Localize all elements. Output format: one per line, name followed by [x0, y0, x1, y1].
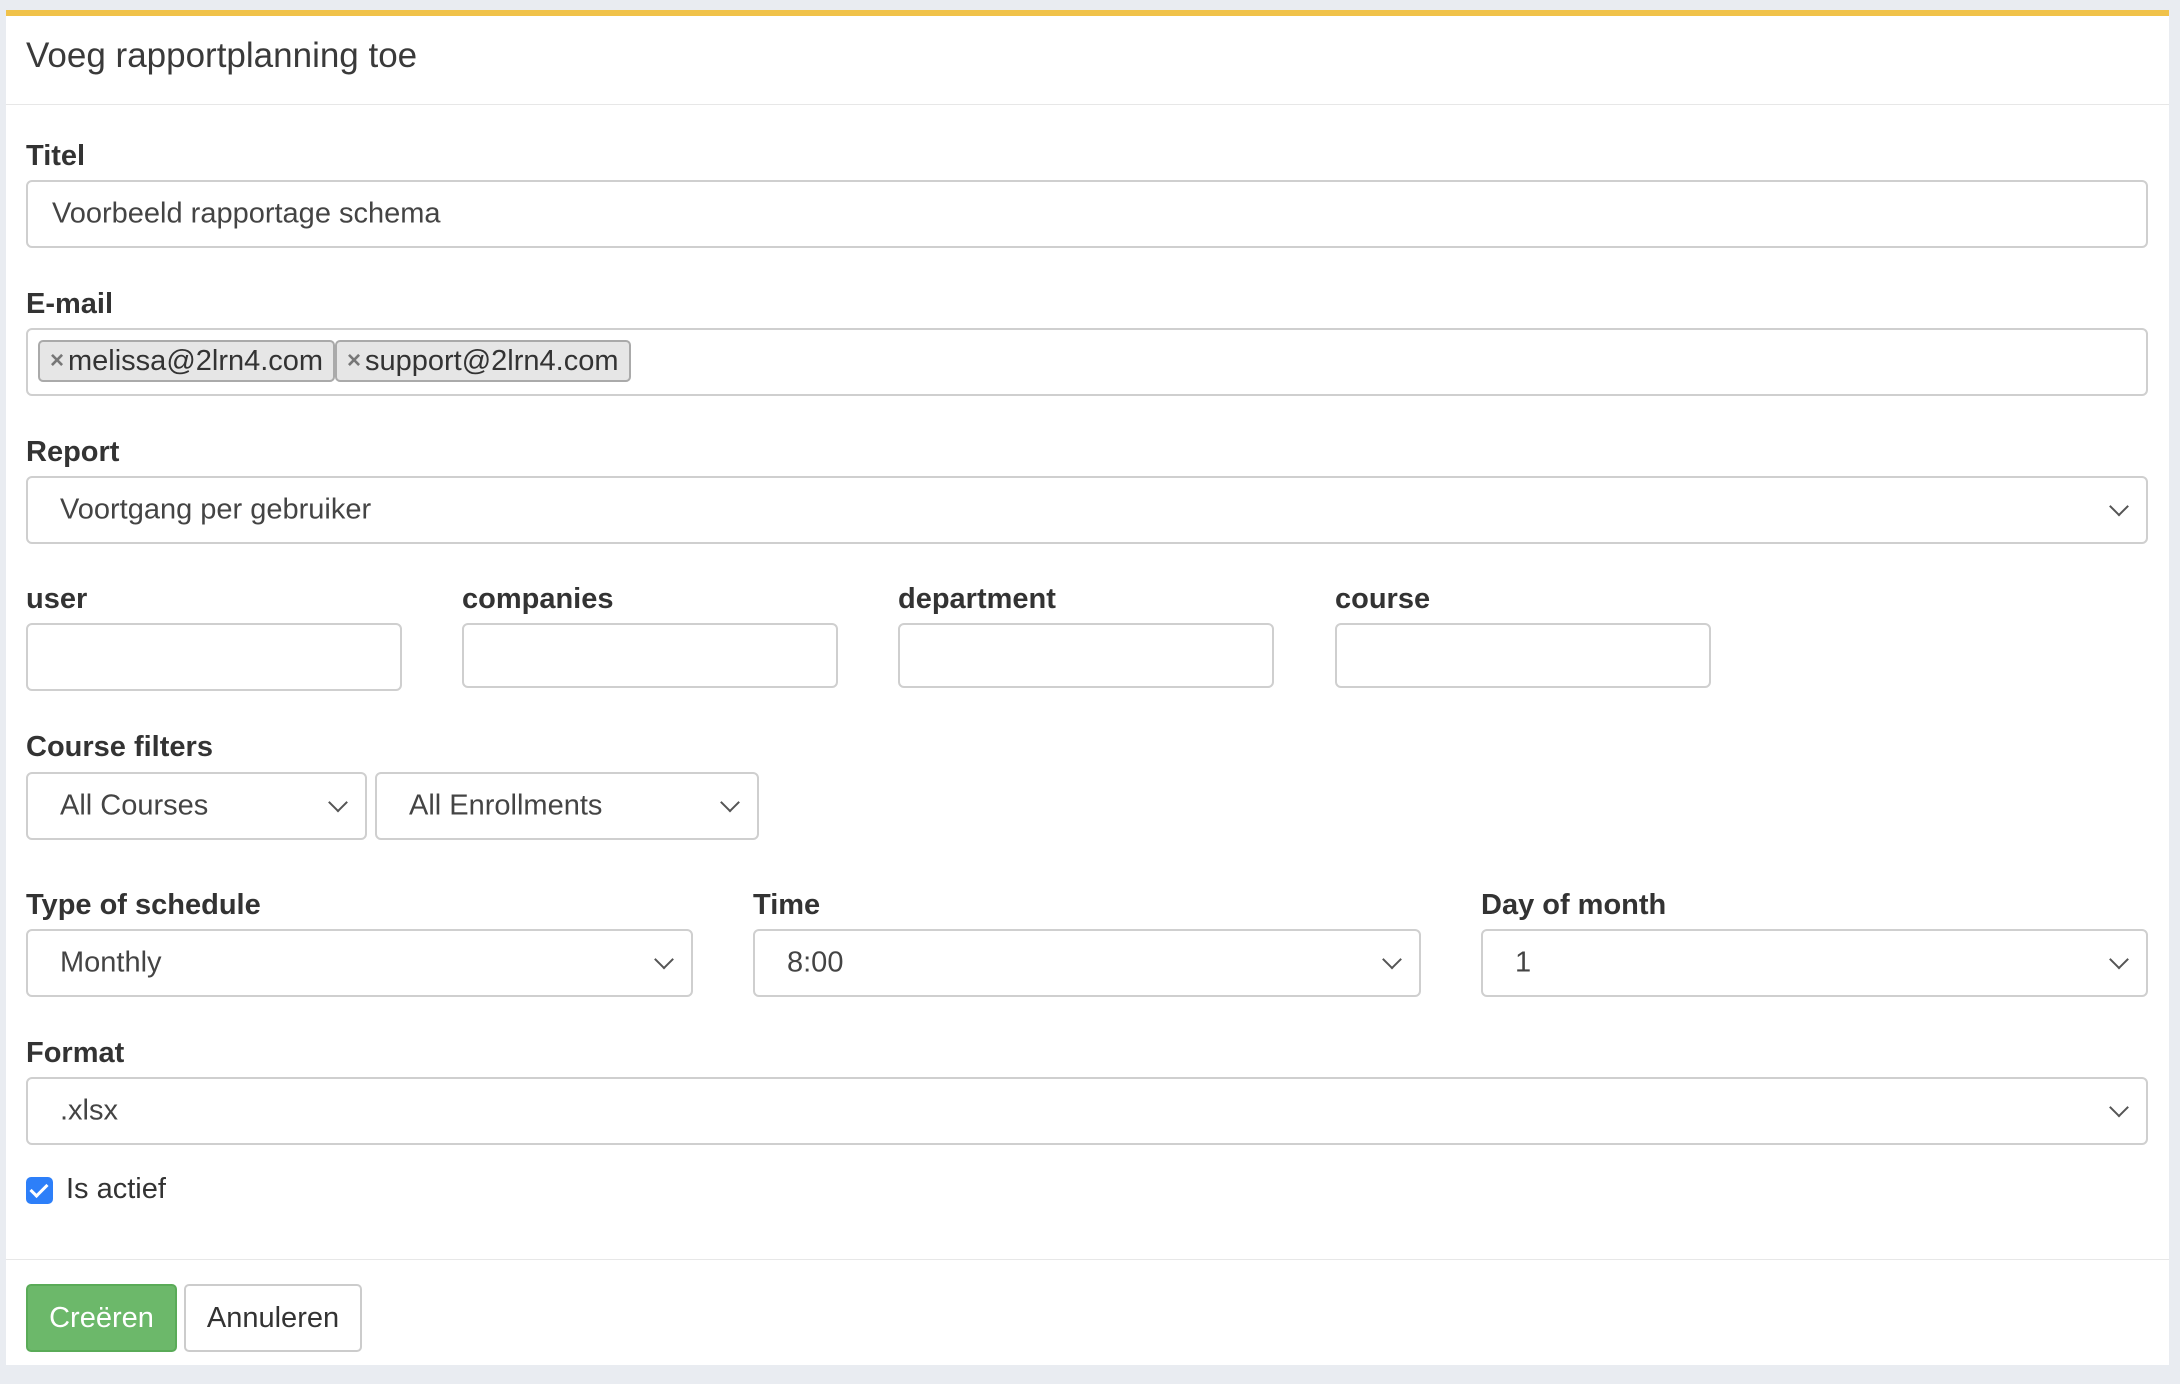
schedule-type-select[interactable]: Monthly: [26, 929, 693, 997]
day-of-month-select[interactable]: 1: [1481, 929, 2148, 997]
schedule-type-label: Type of schedule: [26, 889, 261, 921]
enrollment-filter-select[interactable]: All Enrollments: [375, 772, 759, 840]
time-select-value: 8:00: [787, 946, 844, 979]
format-label: Format: [26, 1037, 125, 1069]
title-label: Titel: [26, 140, 86, 172]
email-tag: × support@2lrn4.com: [335, 340, 631, 382]
department-filter-label: department: [898, 583, 1056, 615]
time-select[interactable]: 8:00: [753, 929, 1421, 997]
companies-filter-label: companies: [462, 583, 614, 615]
course-filter-select-value: All Courses: [60, 789, 209, 822]
email-tag-label: melissa@2lrn4.com: [68, 344, 324, 377]
chevron-down-icon: [720, 792, 740, 813]
chevron-down-icon: [2109, 496, 2129, 517]
format-select-value: .xlsx: [60, 1094, 118, 1127]
user-filter-label: user: [26, 583, 88, 615]
is-active-label: Is actief: [66, 1173, 166, 1205]
format-select[interactable]: .xlsx: [26, 1077, 2148, 1145]
footer-divider: [6, 1259, 2169, 1260]
remove-tag-icon[interactable]: ×: [347, 347, 361, 375]
course-filter-input[interactable]: [1335, 623, 1711, 688]
chevron-down-icon: [1382, 949, 1402, 970]
cancel-button[interactable]: Annuleren: [184, 1284, 362, 1352]
report-select[interactable]: Voortgang per gebruiker: [26, 476, 2148, 544]
email-tags-input[interactable]: × melissa@2lrn4.com × support@2lrn4.com: [26, 328, 2148, 396]
remove-tag-icon[interactable]: ×: [50, 347, 64, 375]
email-label: E-mail: [26, 288, 114, 320]
course-filter-label: course: [1335, 583, 1431, 615]
title-input-value: Voorbeeld rapportage schema: [52, 197, 441, 230]
is-active-checkbox[interactable]: [26, 1177, 53, 1204]
department-filter-input[interactable]: [898, 623, 1274, 688]
user-filter-input[interactable]: [26, 623, 402, 691]
enrollment-filter-select-value: All Enrollments: [409, 789, 603, 822]
chevron-down-icon: [328, 792, 348, 813]
course-filter-select[interactable]: All Courses: [26, 772, 367, 840]
report-label: Report: [26, 436, 120, 468]
report-select-value: Voortgang per gebruiker: [60, 493, 372, 526]
schedule-type-select-value: Monthly: [60, 946, 162, 979]
email-tag: × melissa@2lrn4.com: [38, 340, 336, 382]
dialog-header: Voeg rapportplanning toe: [6, 16, 2169, 105]
chevron-down-icon: [2109, 949, 2129, 970]
chevron-down-icon: [2109, 1097, 2129, 1118]
day-of-month-label: Day of month: [1481, 889, 1667, 921]
title-input[interactable]: Voorbeeld rapportage schema: [26, 180, 2148, 248]
email-tag-label: support@2lrn4.com: [365, 344, 619, 377]
time-label: Time: [753, 889, 821, 921]
report-schedule-dialog: Voeg rapportplanning toe Titel Voorbeeld…: [6, 10, 2169, 1365]
create-button[interactable]: Creëren: [26, 1284, 177, 1352]
chevron-down-icon: [654, 949, 674, 970]
companies-filter-input[interactable]: [462, 623, 838, 688]
day-of-month-select-value: 1: [1515, 946, 1532, 979]
dialog-title: Voeg rapportplanning toe: [26, 36, 418, 75]
course-filters-label: Course filters: [26, 731, 213, 763]
